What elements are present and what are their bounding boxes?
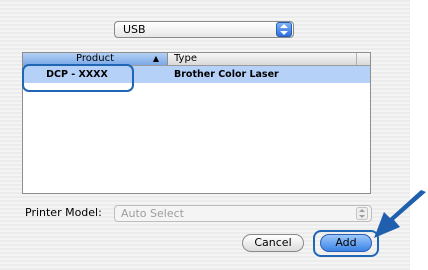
column-header-type[interactable]: Type [174, 53, 354, 65]
printer-model-value: Auto Select [121, 207, 184, 220]
add-button[interactable]: Add [320, 234, 372, 252]
cancel-button[interactable]: Cancel [242, 234, 304, 252]
connection-type-popup[interactable]: USB [114, 21, 294, 38]
connection-type-value: USB [123, 23, 146, 36]
column-header-type-label: Type [174, 53, 197, 64]
popup-stepper-disabled-icon [356, 207, 368, 220]
row-type-cell: Brother Color Laser [174, 69, 279, 80]
column-header-spacer [356, 53, 371, 65]
add-printer-dialog: USB Product ▲ Type DCP - XXXX Brother Co… [0, 0, 410, 270]
popup-stepper-icon [276, 22, 292, 37]
pointer-arrow-icon [374, 190, 426, 238]
printer-model-label: Printer Model: [25, 206, 102, 219]
column-header-product-label: Product [76, 53, 114, 64]
sort-ascending-icon: ▲ [152, 54, 159, 63]
printer-model-popup: Auto Select [114, 205, 372, 222]
product-highlight-callout [22, 64, 134, 92]
